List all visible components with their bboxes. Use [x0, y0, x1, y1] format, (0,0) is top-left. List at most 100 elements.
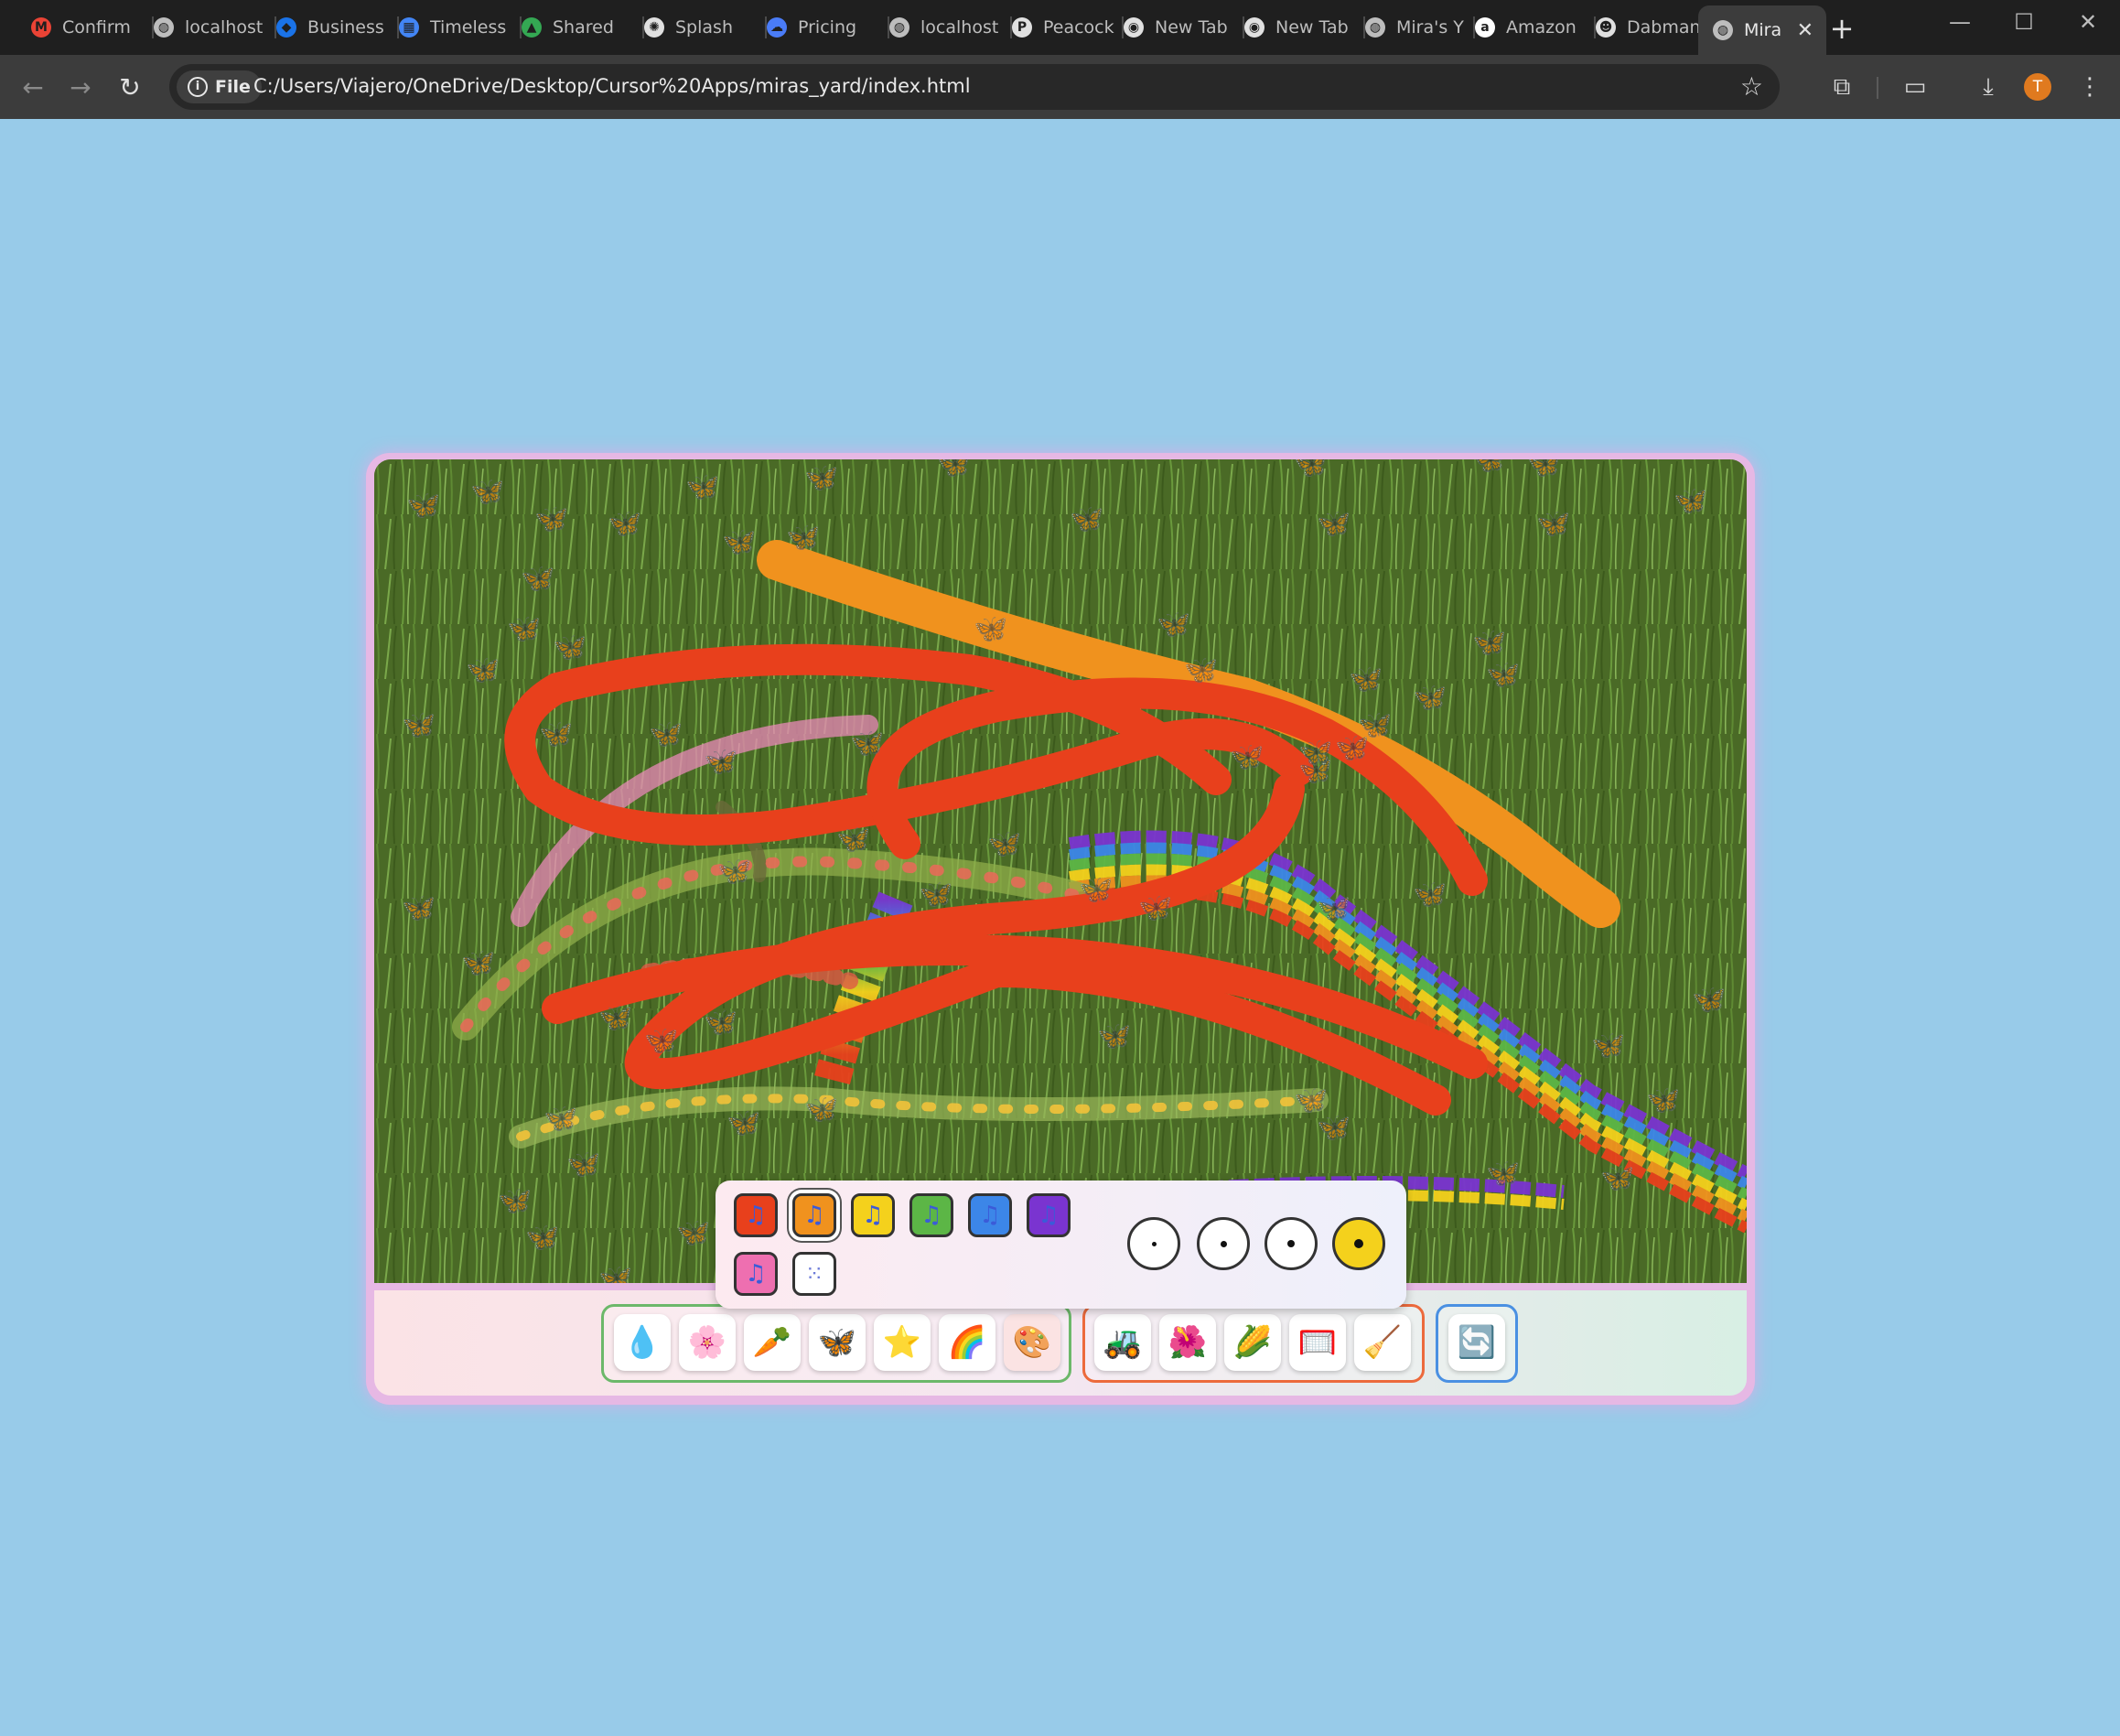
- tab-title: Shared: [553, 17, 614, 38]
- amazon-icon: a: [1475, 17, 1495, 38]
- tab-title: localhost: [920, 17, 999, 38]
- music-note-icon: ♫: [920, 1202, 942, 1229]
- back-arrow-icon[interactable]: ←: [16, 71, 49, 104]
- music-note-icon: ♫: [803, 1202, 825, 1229]
- butterfly-stamp: 🦋: [685, 471, 719, 503]
- site-info-label: File: [215, 77, 251, 97]
- globe-icon: ◍: [889, 17, 909, 38]
- close-window-button[interactable]: ✕: [2070, 9, 2106, 35]
- butterfly-stamp: 🦋: [470, 476, 504, 508]
- brush-size-small[interactable]: [1127, 1217, 1180, 1270]
- browser-tab[interactable]: ☁ Pricing: [752, 9, 889, 46]
- butterfly-stamp: 🦋: [1070, 503, 1103, 535]
- new-tab-button[interactable]: +: [1824, 11, 1860, 46]
- address-bar[interactable]: i File C:/Users/Viajero/OneDrive/Desktop…: [169, 64, 1780, 110]
- browser-tab[interactable]: ◉ New Tab: [1230, 9, 1365, 46]
- chase-icon: ◆: [276, 17, 296, 38]
- browser-tab[interactable]: ☻ Dabman: [1581, 9, 1713, 46]
- site-info-chip[interactable]: i File: [177, 70, 262, 103]
- color-swatch-blue[interactable]: ♫: [968, 1193, 1012, 1237]
- globe-icon: ◍: [154, 17, 174, 38]
- butterfly-stamp: 🦋: [1536, 508, 1570, 540]
- forward-arrow-icon[interactable]: →: [64, 71, 97, 104]
- browser-tab[interactable]: ◍ localhost: [139, 9, 276, 46]
- color-swatch-rainbow-dots[interactable]: ⁙: [792, 1252, 836, 1296]
- browser-tab[interactable]: M Confirm: [16, 9, 154, 46]
- color-swatch-yellow[interactable]: ♫: [851, 1193, 895, 1237]
- bookmark-star-icon[interactable]: ☆: [1740, 71, 1763, 102]
- star-icon[interactable]: ⭐: [874, 1314, 931, 1371]
- tab-title: Dabman: [1627, 17, 1701, 38]
- browser-tab[interactable]: ◍ localhost: [875, 9, 1012, 46]
- butterfly-stamp: 🦋: [521, 563, 554, 595]
- fence-icon[interactable]: 🥅: [1289, 1314, 1346, 1371]
- cast-icon[interactable]: ▭: [1899, 73, 1932, 101]
- menu-icon[interactable]: ⋮: [2073, 73, 2106, 101]
- browser-tab[interactable]: P Peacock: [997, 9, 1124, 46]
- butterfly-stamp: 🦋: [406, 490, 440, 522]
- brush-size-medium[interactable]: [1197, 1217, 1250, 1270]
- butterfly-stamp: 🦋: [1298, 755, 1332, 787]
- url-text[interactable]: C:/Users/Viajero/OneDrive/Desktop/Cursor…: [253, 75, 971, 97]
- butterfly-stamp: 🦋: [1294, 459, 1328, 480]
- chrome-icon: ◉: [1124, 17, 1144, 38]
- butterfly-stamp: 🦋: [1527, 459, 1561, 480]
- browser-tab[interactable]: ◍ Mira's Y: [1351, 9, 1475, 46]
- drive-icon: ▲: [522, 17, 542, 38]
- butterfly-stamp: 🦋: [1335, 732, 1369, 764]
- minimize-button[interactable]: —: [1942, 9, 1978, 35]
- butterfly-stamp: 🦋: [722, 526, 756, 558]
- butterfly-stamp: 🦋: [1138, 892, 1172, 924]
- color-swatch-purple[interactable]: ♫: [1027, 1193, 1071, 1237]
- browser-toolbar: ← → ↻ i File C:/Users/Viajero/OneDrive/D…: [0, 55, 2120, 119]
- water-drop-icon[interactable]: 💧: [614, 1314, 671, 1371]
- brush-size-x-large[interactable]: [1332, 1217, 1385, 1270]
- butterfly-stamp: 🦋: [1646, 1084, 1680, 1116]
- music-note-icon: ♫: [979, 1202, 1001, 1229]
- paint-palette-icon[interactable]: 🎨: [1004, 1314, 1060, 1371]
- extensions-icon[interactable]: ⧉: [1825, 73, 1858, 102]
- avatar[interactable]: T: [2024, 73, 2051, 101]
- browser-tab[interactable]: ▦ Timeless: [384, 9, 522, 46]
- butterfly-icon[interactable]: 🦋: [809, 1314, 866, 1371]
- calendar-icon: ▦: [399, 17, 419, 38]
- butterfly-stamp: 🦋: [974, 613, 1007, 645]
- butterfly-stamp: 🦋: [1591, 1030, 1625, 1062]
- carrot-icon[interactable]: 🥕: [744, 1314, 801, 1371]
- butterfly-stamp: 🦋: [804, 1094, 838, 1126]
- butterfly-stamp: 🦋: [1184, 654, 1218, 686]
- brush-size-large[interactable]: [1264, 1217, 1318, 1270]
- toolbar-divider: [1877, 77, 1878, 99]
- yard-canvas[interactable]: 🦋 🦋 🦋 🦋 🦋 🦋 🦋 🦋 🦋 🦋 🦋 🦋 🦋 🦋 🦋 🦋 🦋 🦋 🦋 🦋 🦋 🦋 🦋 🦋 🦋 🦋 🦋 🦋 🦋 🦋 🦋 🦋 🦋 🦋 🦋 🦋 🦋 🦋 🦋 🦋…: [374, 459, 1747, 1283]
- browser-tab[interactable]: a Amazon: [1460, 9, 1596, 46]
- close-tab-icon[interactable]: ✕: [1797, 19, 1813, 42]
- browser-tab[interactable]: ◍ Mira ✕: [1698, 5, 1826, 55]
- browser-tab[interactable]: ✺ Splash: [630, 9, 767, 46]
- refresh-icon[interactable]: 🔄: [1448, 1314, 1505, 1371]
- yard-drawing[interactable]: 🦋 🦋 🦋 🦋 🦋 🦋 🦋 🦋 🦋 🦋 🦋 🦋 🦋 🦋 🦋 🦋 🦋 🦋 🦋 🦋 🦋 🦋 🦋 🦋 🦋 🦋 🦋 🦋 🦋 🦋 🦋 🦋 🦋 🦋 🦋 🦋 🦋 🦋 🦋 🦋…: [374, 459, 1747, 1283]
- butterfly-stamp: 🦋: [566, 1148, 600, 1181]
- broom-icon[interactable]: 🧹: [1354, 1314, 1411, 1371]
- maximize-button[interactable]: ☐: [2006, 9, 2042, 35]
- flower-icon[interactable]: 🌸: [679, 1314, 736, 1371]
- butterfly-stamp: 🦋: [1157, 609, 1190, 641]
- browser-tab[interactable]: ◆ Business: [262, 9, 399, 46]
- download-icon[interactable]: ⤓: [1972, 73, 2005, 102]
- butterfly-stamp: 🦋: [525, 1222, 559, 1254]
- tab-title: Mira: [1744, 20, 1782, 40]
- butterfly-stamp: 🦋: [1472, 627, 1506, 659]
- color-swatch-red[interactable]: ♫: [734, 1193, 778, 1237]
- color-swatch-orange[interactable]: ♫: [792, 1193, 836, 1237]
- browser-tab[interactable]: ▲ Shared: [507, 9, 644, 46]
- size-dot-icon: [1354, 1239, 1363, 1248]
- corn-icon[interactable]: 🌽: [1224, 1314, 1281, 1371]
- lawn-mower-icon[interactable]: 🚜: [1094, 1314, 1151, 1371]
- rainbow-icon[interactable]: 🌈: [939, 1314, 995, 1371]
- color-swatch-green[interactable]: ♫: [909, 1193, 953, 1237]
- color-swatch-pink[interactable]: ♫: [734, 1252, 778, 1296]
- hibiscus-icon[interactable]: 🌺: [1159, 1314, 1216, 1371]
- browser-tab[interactable]: ◉ New Tab: [1109, 9, 1244, 46]
- reload-icon[interactable]: ↻: [113, 71, 146, 104]
- cloud-icon: ☁: [767, 17, 787, 38]
- butterfly-stamp: 🦋: [649, 718, 683, 750]
